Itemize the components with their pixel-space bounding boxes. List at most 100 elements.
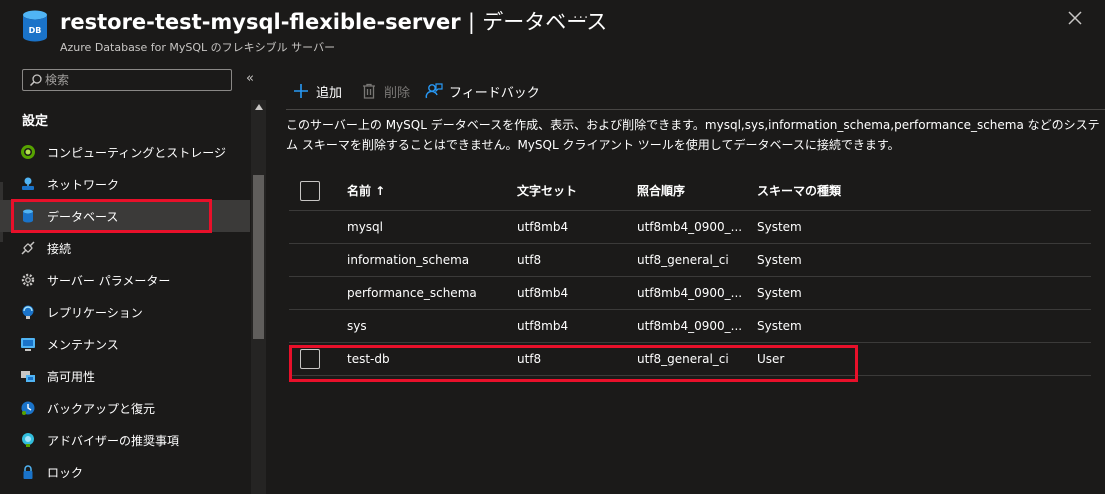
mysql-database-icon: DB (23, 10, 47, 42)
menu-search[interactable] (22, 69, 232, 91)
nav-item-replication[interactable]: レプリケーション (0, 296, 250, 328)
db-charset-cell: utf8mb4 (517, 210, 637, 244)
compute-storage-icon (21, 145, 35, 159)
command-bar: 追加 削除 フィードバック (268, 79, 1105, 103)
row-check-cell (289, 243, 347, 277)
nav-item-backup-restore[interactable]: バックアップと復元 (0, 392, 250, 424)
section-title-settings: 設定 (22, 114, 49, 129)
resource-name: restore-test-mysql-flexible-server (60, 10, 461, 34)
nav-item-maintenance[interactable]: メンテナンス (0, 328, 250, 360)
table-row[interactable]: performance_schema utf8mb4 utf8mb4_0900_… (289, 276, 1091, 310)
select-all-checkbox[interactable] (300, 180, 320, 201)
table-row[interactable]: sys utf8mb4 utf8mb4_0900_... System (289, 309, 1091, 343)
page-description: このサーバー上の MySQL データベースを作成、表示、および削除できます。my… (286, 118, 1100, 152)
nav-label: サーバー パラメーター (47, 274, 171, 288)
nav-label: メンテナンス (47, 338, 119, 352)
menu-search-input[interactable] (45, 71, 225, 89)
lock-icon (23, 465, 33, 479)
nav-label: データベース (47, 210, 119, 224)
page-title: restore-test-mysql-flexible-server | データ… (60, 6, 607, 36)
settings-nav: コンピューティングとストレージ ネットワーク データベース 接続 サーバー パラ… (0, 136, 250, 488)
nav-label: ロック (47, 466, 84, 480)
nav-item-compute-storage[interactable]: コンピューティングとストレージ (0, 136, 250, 168)
high-availability-icon (21, 371, 35, 382)
feedback-icon (425, 83, 443, 99)
icon-text: DB (29, 26, 42, 35)
advisor-icon (22, 433, 34, 447)
column-header-name[interactable]: 名前 ↑ (347, 172, 517, 211)
replication-icon (22, 305, 34, 319)
resource-menu: « 設定 コンピューティングとストレージ ネットワーク (0, 62, 268, 494)
db-charset-cell: utf8 (517, 342, 637, 376)
scroll-up-arrow-icon[interactable] (255, 104, 263, 110)
row-select-checkbox[interactable] (300, 348, 320, 369)
db-charset-cell: utf8 (517, 243, 637, 277)
network-icon (22, 177, 34, 190)
db-name-cell: performance_schema (347, 276, 517, 310)
db-collation-cell: utf8mb4_0900_... (637, 210, 757, 244)
row-check-cell (289, 276, 347, 310)
db-type-cell: System (757, 276, 1091, 310)
add-button[interactable]: 追加 (292, 79, 342, 103)
maintenance-icon (21, 338, 35, 351)
nav-label: バックアップと復元 (47, 402, 156, 416)
table-row[interactable]: test-db utf8 utf8_general_ci User (289, 342, 1091, 376)
db-collation-cell: utf8_general_ci (637, 243, 757, 277)
db-type-cell: System (757, 210, 1091, 244)
row-check-cell (289, 210, 347, 244)
delete-label: 削除 (384, 85, 411, 101)
row-check-cell (289, 342, 347, 376)
connect-icon (21, 241, 35, 255)
database-icon (23, 209, 33, 223)
nav-label: アドバイザーの推奨事項 (47, 434, 180, 448)
db-name-cell: mysql (347, 210, 517, 244)
select-all-cell (289, 172, 347, 211)
title-separator: | (467, 10, 475, 34)
feedback-label: フィードバック (449, 85, 540, 101)
table-header-row: 名前 ↑ 文字セット 照合順序 スキーマの種類 (289, 172, 1091, 211)
nav-label: 接続 (47, 242, 72, 256)
nav-item-server-parameters[interactable]: サーバー パラメーター (0, 264, 250, 296)
db-type-cell: User (757, 342, 1091, 376)
db-name-cell: test-db (347, 342, 517, 376)
delete-button[interactable]: 削除 (360, 79, 410, 103)
blade-header: DB restore-test-mysql-flexible-server | … (0, 0, 1105, 62)
nav-label: コンピューティングとストレージ (47, 146, 227, 160)
nav-item-databases[interactable]: データベース (0, 200, 250, 232)
db-collation-cell: utf8_general_ci (637, 342, 757, 376)
scrollbar-thumb[interactable] (253, 175, 264, 339)
backup-restore-icon (21, 401, 35, 415)
column-header-collation[interactable]: 照合順序 (637, 172, 757, 211)
nav-item-advisor[interactable]: アドバイザーの推奨事項 (0, 424, 250, 456)
portal-page: DB restore-test-mysql-flexible-server | … (0, 0, 1105, 494)
nav-item-high-availability[interactable]: 高可用性 (0, 360, 250, 392)
toolbar-divider (286, 109, 1105, 110)
nav-item-connect[interactable]: 接続 (0, 232, 250, 264)
db-collation-cell: utf8mb4_0900_... (637, 276, 757, 310)
search-icon (29, 74, 42, 87)
row-check-cell (289, 309, 347, 343)
nav-item-network[interactable]: ネットワーク (0, 168, 250, 200)
column-header-schema-type[interactable]: スキーマの種類 (757, 172, 1091, 211)
trash-icon (363, 83, 375, 99)
add-label: 追加 (316, 85, 343, 101)
plus-icon (294, 84, 308, 98)
database-table: 名前 ↑ 文字セット 照合順序 スキーマの種類 mysql utf8mb4 ut… (289, 172, 1091, 376)
db-type-cell: System (757, 309, 1091, 343)
nav-label: レプリケーション (47, 306, 143, 320)
db-charset-cell: utf8mb4 (517, 309, 637, 343)
feedback-button[interactable]: フィードバック (425, 79, 540, 103)
sidebar-scrollbar[interactable] (251, 100, 266, 494)
db-name-cell: information_schema (347, 243, 517, 277)
close-icon[interactable] (1067, 10, 1083, 26)
nav-item-lock[interactable]: ロック (0, 456, 250, 488)
collapse-menu-button[interactable]: « (246, 71, 254, 86)
column-header-charset[interactable]: 文字セット (517, 172, 637, 211)
gear-icon (21, 273, 35, 287)
nav-label: ネットワーク (47, 178, 120, 192)
nav-label: 高可用性 (47, 370, 96, 384)
table-row[interactable]: mysql utf8mb4 utf8mb4_0900_... System (289, 210, 1091, 244)
table-row[interactable]: information_schema utf8 utf8_general_ci … (289, 243, 1091, 277)
db-charset-cell: utf8mb4 (517, 276, 637, 310)
more-options-button[interactable]: ··· (573, 10, 589, 26)
